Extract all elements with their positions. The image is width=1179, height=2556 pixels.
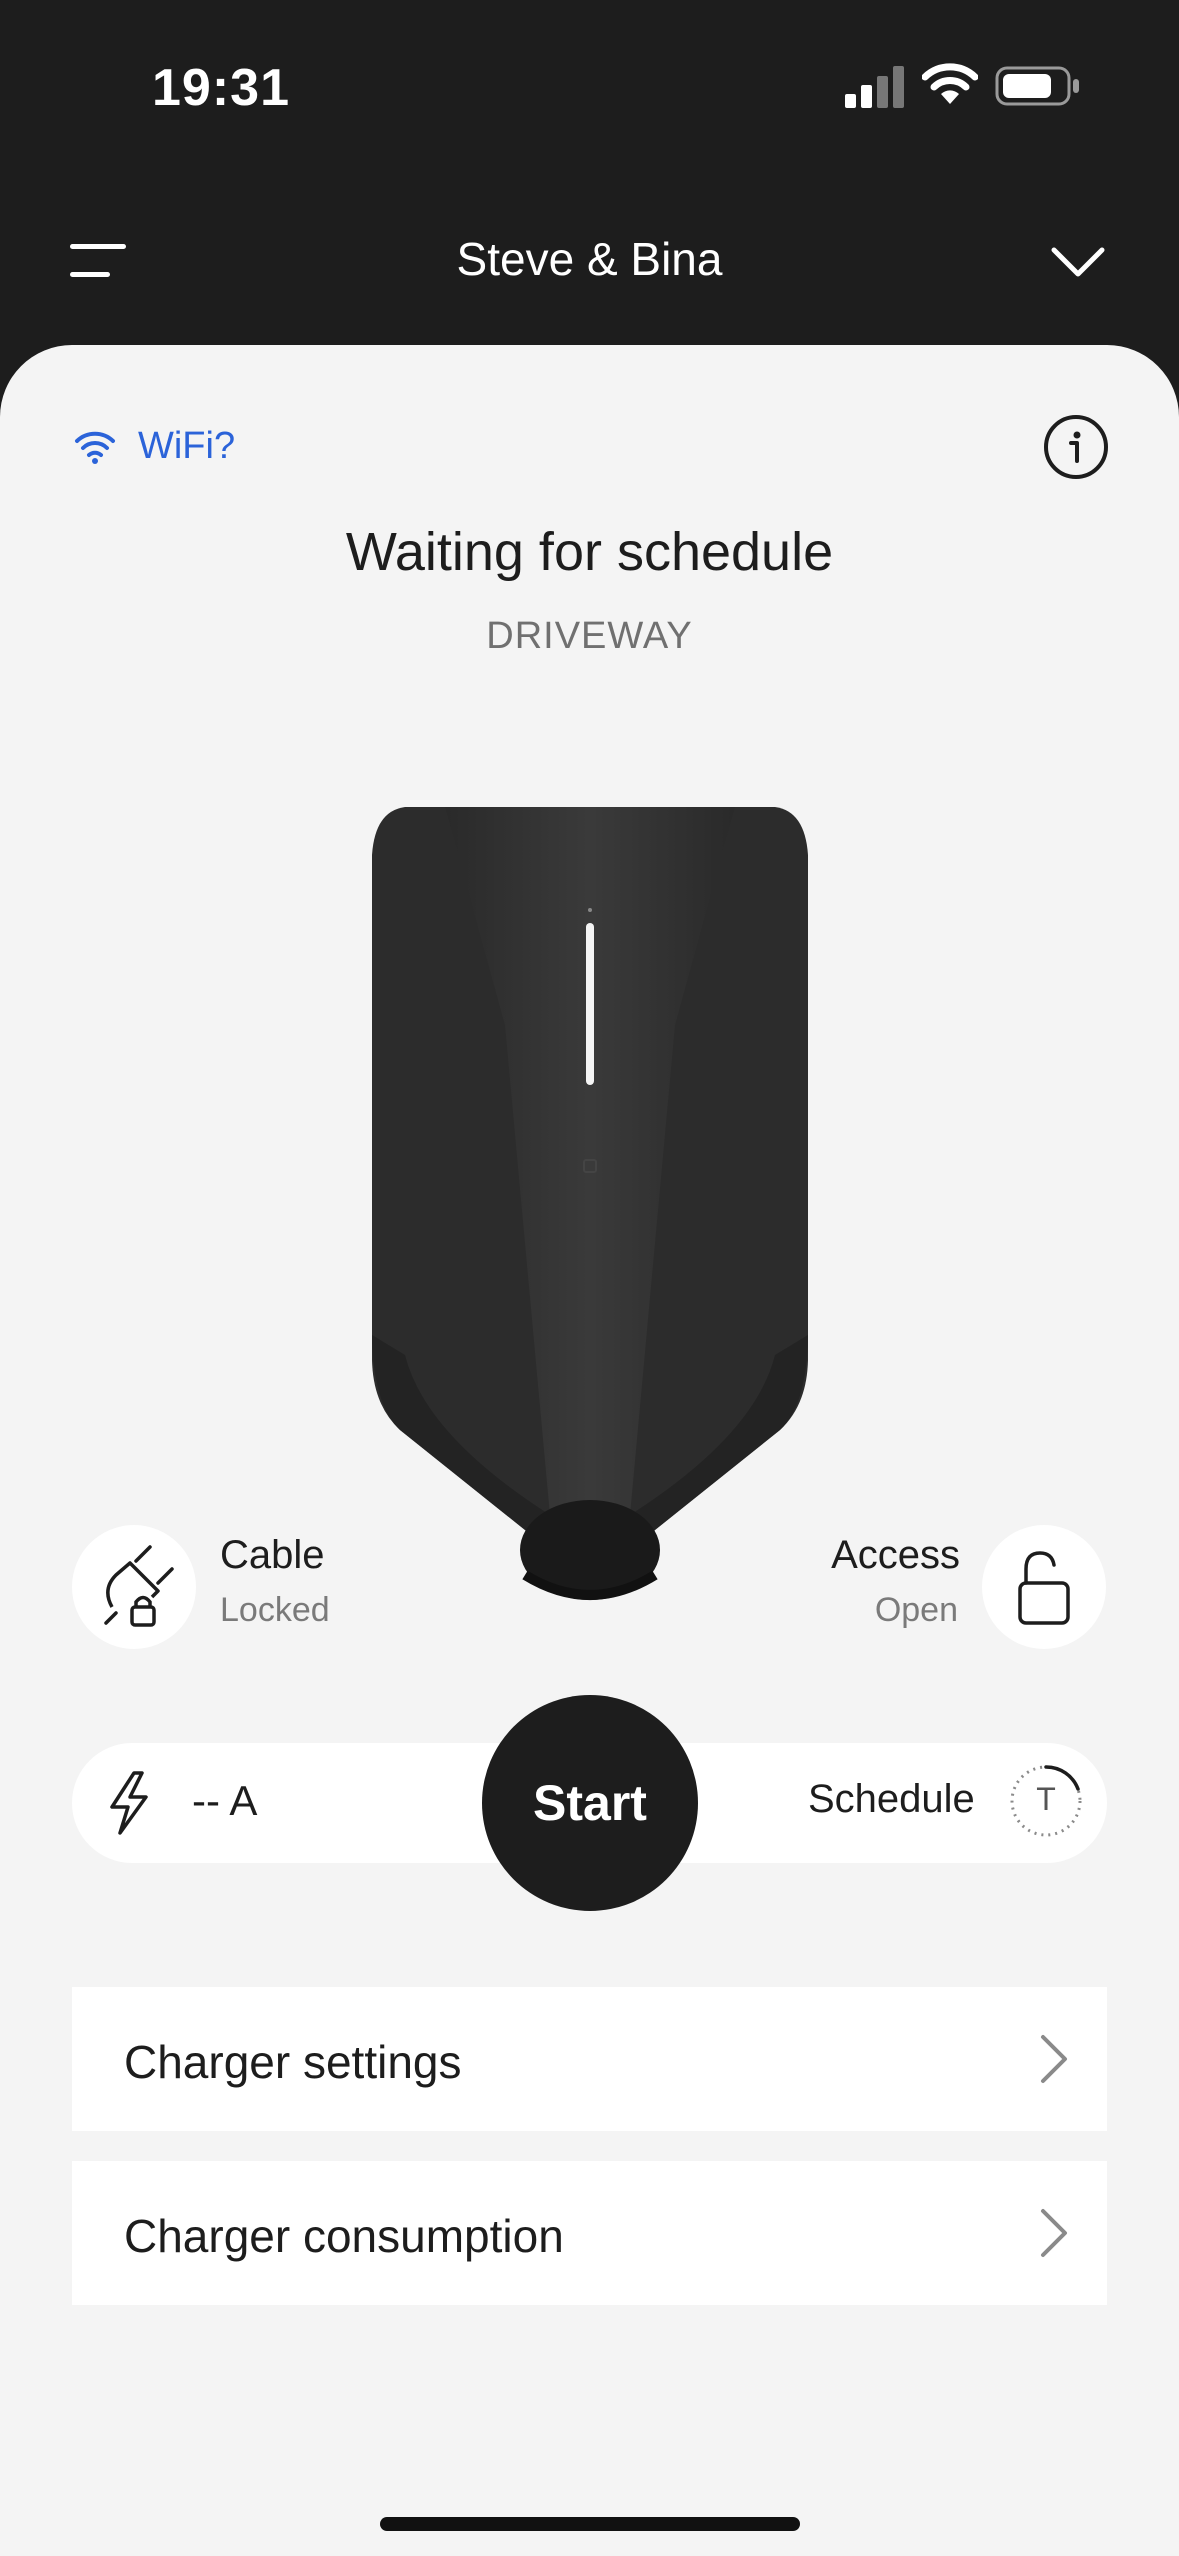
- wifi-status-link[interactable]: WiFi?: [74, 425, 235, 468]
- top-navigation: Steve & Bina: [0, 200, 1179, 320]
- charging-current: -- A: [192, 1777, 258, 1824]
- charger-settings-label: Charger settings: [124, 2036, 462, 2088]
- charger-group-title[interactable]: Steve & Bina: [0, 232, 1179, 286]
- wifi-icon: [922, 63, 978, 104]
- wifi-icon: [75, 431, 115, 464]
- cable-label: Cable: [220, 1533, 325, 1577]
- status-bar: 19:31: [0, 0, 1179, 170]
- cellular-signal-icon: [845, 66, 904, 108]
- cable-state: Locked: [220, 1591, 330, 1629]
- access-state: Open: [874, 1591, 958, 1629]
- charger-name: DRIVEWAY: [486, 615, 693, 657]
- charger-detail-sheet: WiFi? Waiting for schedule DRIVEWAY Cabl…: [0, 345, 1179, 2556]
- cable-lock-button[interactable]: [72, 1525, 196, 1649]
- schedule-icon-letter: T: [1036, 1781, 1056, 1817]
- chevron-right-icon: [1041, 2035, 1067, 2083]
- battery-icon: [995, 66, 1079, 106]
- wifi-label: WiFi?: [138, 425, 236, 467]
- schedule-label[interactable]: Schedule: [808, 1777, 975, 1822]
- charger-status: Waiting for schedule: [345, 522, 834, 582]
- chevron-right-icon: [1041, 2209, 1067, 2257]
- chevron-down-icon[interactable]: [1050, 242, 1106, 282]
- charger-image: [372, 807, 808, 1600]
- status-time: 19:31: [152, 59, 290, 117]
- plug-lock-icon: [104, 1545, 174, 1627]
- info-icon[interactable]: [1044, 415, 1108, 479]
- start-button[interactable]: Start: [482, 1695, 698, 1911]
- charger-consumption-label: Charger consumption: [124, 2210, 564, 2262]
- access-lock-button[interactable]: [982, 1525, 1106, 1649]
- unlocked-padlock-icon: [1018, 1551, 1070, 1625]
- schedule-timer-icon[interactable]: T: [1006, 1761, 1086, 1841]
- charger-settings-row[interactable]: Charger settings: [72, 1987, 1107, 2131]
- access-label: Access: [831, 1533, 960, 1577]
- charger-consumption-row[interactable]: Charger consumption: [72, 2161, 1107, 2305]
- lightning-bolt-icon: [110, 1771, 148, 1835]
- home-indicator[interactable]: [380, 2517, 800, 2531]
